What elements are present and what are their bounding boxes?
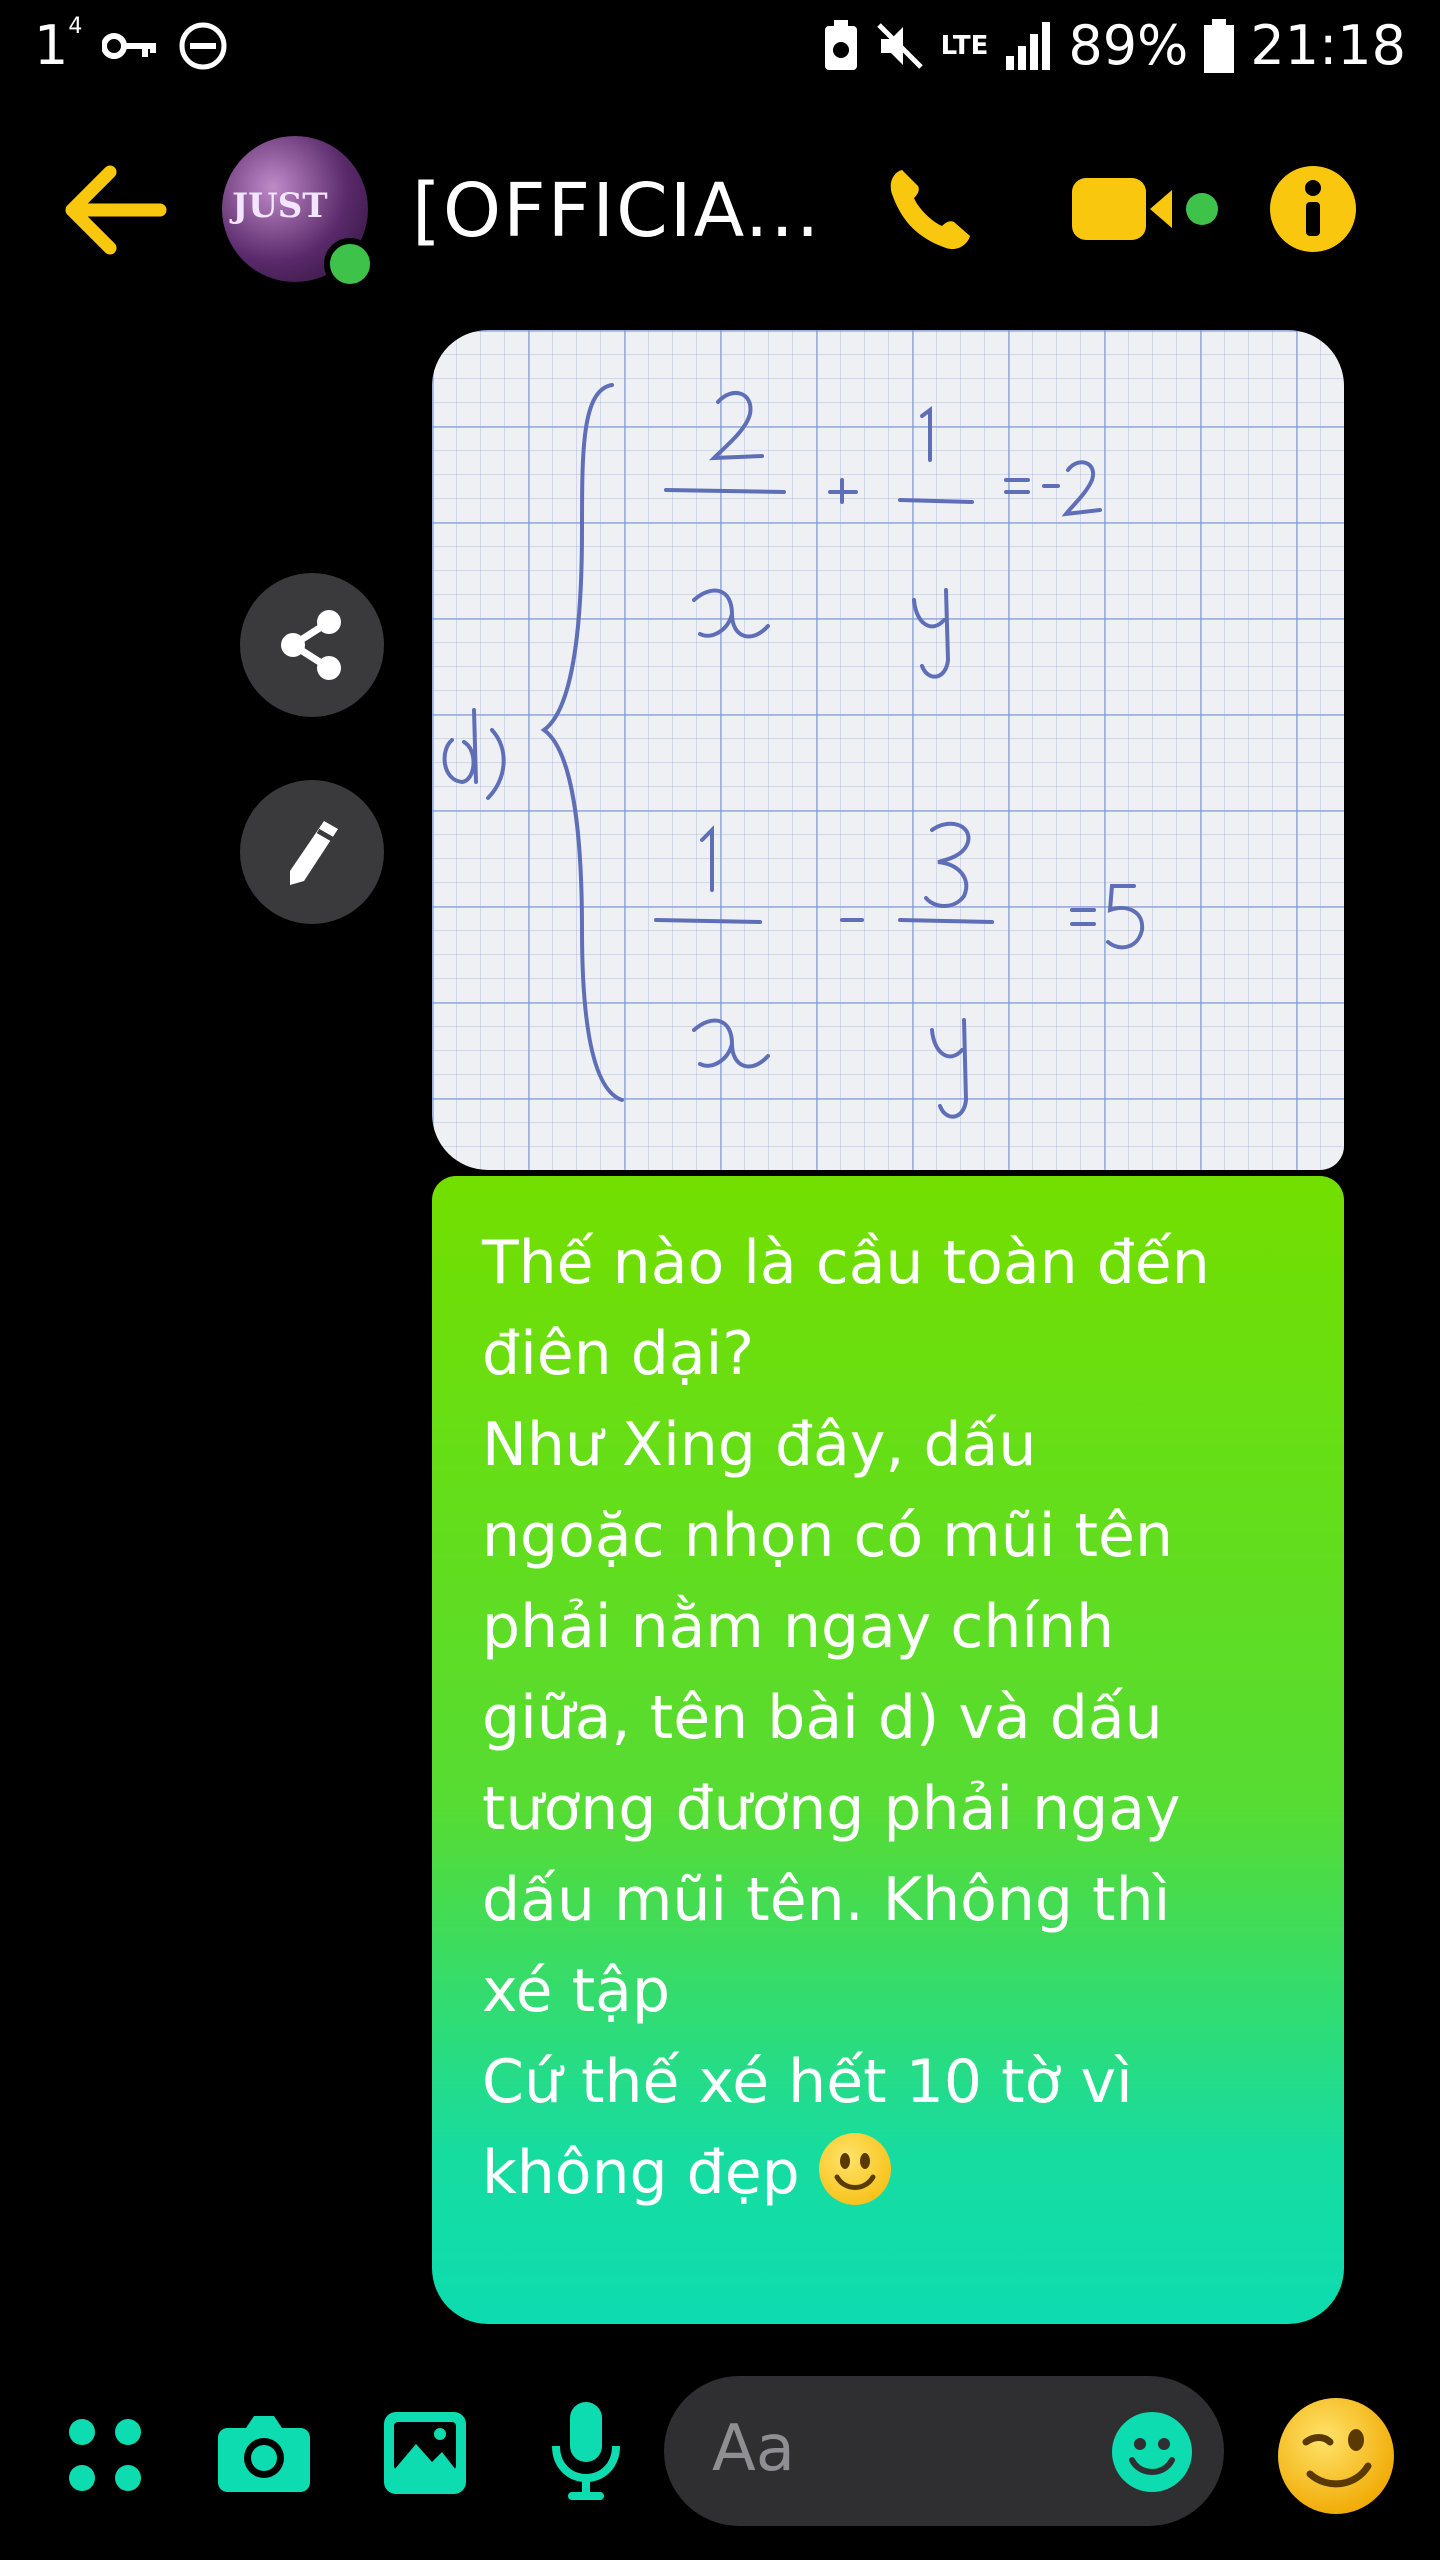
message-line: Như Xing đây, dấu: [482, 1410, 1037, 1480]
message-last-line: không đẹp: [482, 2128, 1304, 2219]
message-line: giữa, tên bài d) và dấu: [482, 1683, 1163, 1753]
notification-count: 14: [34, 14, 83, 77]
do-not-disturb-icon: [179, 22, 227, 69]
share-icon: [281, 610, 341, 680]
mute-icon: [876, 22, 923, 69]
edit-icon: [290, 821, 338, 885]
emoji-icon[interactable]: [1110, 2410, 1194, 2494]
wink-emoji-icon[interactable]: [1276, 2396, 1396, 2516]
edit-button[interactable]: [240, 780, 384, 924]
message-line: tương đương phải ngay: [482, 1774, 1181, 1844]
message-line: xé tập: [482, 1956, 671, 2026]
video-icon[interactable]: [1072, 174, 1222, 244]
network-type: LTE: [940, 30, 989, 61]
conversation-header: JUST [OFFICIA...: [0, 120, 1440, 300]
key-icon: [102, 32, 157, 59]
status-bar: 14 LTE 89% 21:18: [0, 0, 1440, 100]
text-message-bubble[interactable]: Thế nào là cầu toàn đến điên dại? Như Xi…: [432, 1176, 1344, 2324]
message-line: Cứ thế xé hết 10 tờ vì: [482, 2047, 1133, 2117]
back-arrow-icon[interactable]: [60, 160, 170, 260]
message-composer: Aa: [0, 2360, 1440, 2560]
battery-percent: 89%: [1068, 14, 1189, 77]
camera-icon[interactable]: [218, 2412, 310, 2492]
gallery-icon[interactable]: [384, 2412, 466, 2494]
message-line: dấu mũi tên. Không thì: [482, 1865, 1171, 1935]
avatar-label: JUST: [232, 186, 328, 226]
message-line: Thế nào là cầu toàn đến: [482, 1228, 1210, 1298]
mic-icon[interactable]: [552, 2402, 620, 2502]
share-button[interactable]: [240, 573, 384, 717]
info-icon[interactable]: [1268, 164, 1358, 254]
battery-saver-icon: [824, 19, 857, 70]
phone-icon[interactable]: [884, 164, 974, 254]
battery-icon: [1204, 18, 1235, 73]
message-line: không đẹp: [482, 2138, 800, 2208]
menu-dots-icon[interactable]: [66, 2416, 144, 2494]
conversation-title[interactable]: [OFFICIA...: [412, 168, 821, 254]
message-line: phải nằm ngay chính: [482, 1592, 1115, 1662]
handwritten-equation-photo: [442, 383, 1145, 1119]
message-line: điên dại?: [482, 1319, 755, 1389]
clock: 21:18: [1250, 14, 1406, 77]
message-input-placeholder: Aa: [712, 2412, 795, 2486]
image-message[interactable]: [432, 330, 1344, 1170]
smile-emoji-icon: [818, 2133, 891, 2205]
message-input[interactable]: Aa: [664, 2376, 1224, 2526]
signal-icon: [1006, 21, 1051, 70]
message-line: ngoặc nhọn có mũi tên: [482, 1501, 1173, 1571]
online-status-dot: [324, 238, 376, 290]
